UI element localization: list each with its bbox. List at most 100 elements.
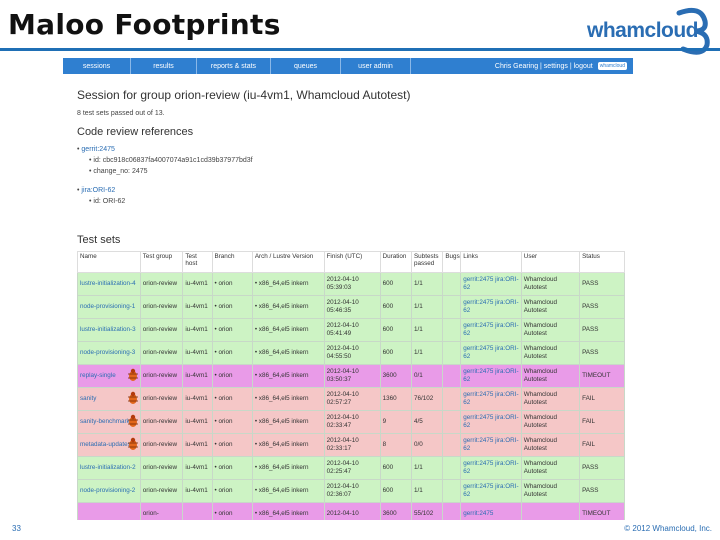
column-header[interactable]: Test host — [182, 251, 213, 273]
cell-links[interactable]: gerrit:2475 jira:ORI-62 — [460, 295, 522, 319]
bug-icon[interactable] — [127, 391, 139, 405]
cell-name[interactable]: sanity — [77, 387, 141, 411]
cell-branch: • orion — [211, 272, 253, 296]
table-row[interactable]: lustre-initialization-3 orion-review iu-4v… — [77, 318, 625, 342]
host-text: iu-4vm1 — [185, 303, 208, 310]
cell-name[interactable]: replay-single — [77, 364, 141, 388]
bug-icon[interactable] — [127, 414, 139, 428]
user-links[interactable]: Chris Gearing | settings | logout — [495, 63, 593, 70]
cell-finish: 2012-04-10 02:57:27 — [323, 387, 381, 411]
links-text: gerrit:2475 jira:ORI-62 — [463, 299, 519, 314]
arch-text: • x86_64,el5 inkern — [254, 395, 309, 402]
table-row[interactable]: node-provisioning-3 orion-review iu-4vm1 • … — [77, 341, 625, 365]
column-header[interactable]: Name — [77, 251, 141, 273]
cell-user: Whamcloud Autotest — [520, 387, 581, 411]
column-header[interactable]: Bugs — [442, 251, 462, 273]
column-header[interactable]: User — [520, 251, 581, 273]
cell-links[interactable]: gerrit:2475 jira:ORI-62 — [460, 272, 522, 296]
cell-group: orion-review — [139, 295, 184, 319]
table-row[interactable]: node-provisioning-1 orion-review iu-4vm1 • … — [77, 295, 625, 319]
name-text: node-provisioning-3 — [80, 349, 136, 356]
table-row[interactable]: metadata-updates orion-review iu-4vm1 • ori… — [77, 433, 625, 457]
user-text: Whamcloud Autotest — [523, 299, 558, 314]
test-sets-table: Name Test group Test host Branch Arch / Lust… — [77, 251, 625, 520]
cell-links[interactable]: gerrit:2475 jira:ORI-62 — [460, 341, 522, 365]
table-row[interactable]: node-provisioning-2 orion-review iu-4vm1 • … — [77, 479, 625, 503]
name-text: replay-single — [80, 372, 116, 379]
cell-passed: 1/1 — [410, 295, 444, 319]
column-header[interactable]: Test group — [139, 251, 184, 273]
group-text: orion- — [142, 510, 159, 517]
column-header[interactable]: Links — [460, 251, 522, 273]
nav-results[interactable]: results — [131, 58, 197, 74]
arch-text: • x86_64,el5 inkern — [254, 441, 309, 448]
cell-links[interactable]: gerrit:2475 jira:ORI-62 — [460, 433, 522, 457]
links-text: gerrit:2475 jira:ORI-62 — [463, 322, 519, 337]
copyright: © 2012 Whamcloud, Inc. — [624, 524, 712, 533]
cell-bugs — [442, 364, 462, 388]
gerrit-link[interactable]: gerrit:2475 — [81, 146, 114, 153]
cell-user: Whamcloud Autotest — [520, 410, 581, 434]
nav-user-admin[interactable]: user admin — [341, 58, 411, 74]
nav-reports-stats[interactable]: reports & stats — [197, 58, 271, 74]
code-review-list: • gerrit:2475 • id: cbc918c06837fa400707… — [77, 146, 253, 205]
bug-icon[interactable] — [127, 437, 139, 451]
cell-arch: • x86_64,el5 inkern — [251, 479, 325, 503]
cell-name[interactable]: metadata-updates — [77, 433, 141, 457]
cell-links[interactable]: gerrit:2475 jira:ORI-62 — [460, 364, 522, 388]
cell-name[interactable]: node-provisioning-2 — [77, 479, 141, 503]
cell-passed: 55/102 — [410, 502, 444, 520]
cell-name[interactable]: lustre-initialization-3 — [77, 318, 141, 342]
slide-number: 33 — [12, 524, 21, 533]
table-row[interactable]: orion- • orion • x86_64,el5 inkern 2012-04-… — [77, 502, 625, 520]
passed-text: 55/102 — [413, 510, 434, 517]
arch-text: • x86_64,el5 inkern — [254, 418, 309, 425]
cell-links[interactable]: gerrit:2475 jira:ORI-62 — [460, 387, 522, 411]
cell-links[interactable]: gerrit:2475 jira:ORI-62 — [460, 456, 522, 480]
cell-arch: • x86_64,el5 inkern — [251, 456, 325, 480]
passed-text: 1/1 — [413, 464, 423, 471]
cell-links[interactable]: gerrit:2475 jira:ORI-62 — [460, 318, 522, 342]
nav-sessions[interactable]: sessions — [63, 58, 131, 74]
cell-name[interactable]: lustre-initialization-4 — [77, 272, 141, 296]
cell-name[interactable]: sanity-benchmark — [77, 410, 141, 434]
cell-branch: • orion — [211, 295, 253, 319]
column-header[interactable]: Duration — [379, 251, 412, 273]
cell-user: Whamcloud Autotest — [520, 341, 581, 365]
table-row[interactable]: sanity-benchmark orion-review iu-4vm1 • ori… — [77, 410, 625, 434]
duration-text: 600 — [382, 326, 394, 333]
arch-text: • x86_64,el5 inkern — [254, 326, 309, 333]
column-header[interactable]: Subtests passed — [410, 251, 444, 273]
cell-name[interactable] — [77, 502, 141, 520]
cell-links[interactable]: gerrit:2475 jira:ORI-62 — [460, 479, 522, 503]
table-row[interactable]: sanity orion-review iu-4vm1 • orion • x86_64… — [77, 387, 625, 411]
table-row[interactable]: lustre-initialization-4 orion-review iu-4v… — [77, 272, 625, 296]
user-text: Whamcloud Autotest — [523, 483, 558, 498]
cell-duration: 600 — [379, 341, 412, 365]
bug-icon[interactable] — [127, 368, 139, 382]
column-header[interactable]: Status — [579, 251, 625, 273]
cell-duration: 3600 — [379, 502, 412, 520]
finish-text: 2012-04-10 04:55:50 — [326, 345, 359, 360]
cell-name[interactable]: node-provisioning-3 — [77, 341, 141, 365]
cell-branch: • orion — [211, 456, 253, 480]
cell-user — [520, 502, 581, 520]
jira-link[interactable]: jira:ORI-62 — [81, 187, 115, 194]
group-text: orion-review — [142, 349, 178, 356]
column-header[interactable]: Branch — [211, 251, 253, 273]
links-text: gerrit:2475 jira:ORI-62 — [463, 391, 519, 406]
cell-links[interactable]: gerrit:2475 — [460, 502, 522, 520]
cell-arch: • x86_64,el5 inkern — [251, 364, 325, 388]
cell-host: iu-4vm1 — [182, 341, 213, 365]
table-row[interactable]: replay-single orion-review iu-4vm1 • orion •… — [77, 364, 625, 388]
cell-name[interactable]: lustre-initialization-2 — [77, 456, 141, 480]
column-header[interactable]: Arch / Lustre Version — [251, 251, 325, 273]
cell-finish: 2012-04-10 02:33:17 — [323, 433, 381, 457]
table-row[interactable]: lustre-initialization-2 orion-review iu-4v… — [77, 456, 625, 480]
column-header[interactable]: Finish (UTC) — [323, 251, 381, 273]
nav-queues[interactable]: queues — [271, 58, 341, 74]
cell-name[interactable]: node-provisioning-1 — [77, 295, 141, 319]
user-text: Whamcloud Autotest — [523, 368, 558, 383]
cell-links[interactable]: gerrit:2475 jira:ORI-62 — [460, 410, 522, 434]
gerrit-id: id: cbc918c06837fa4007074a91c1cd39b37977… — [93, 157, 253, 164]
